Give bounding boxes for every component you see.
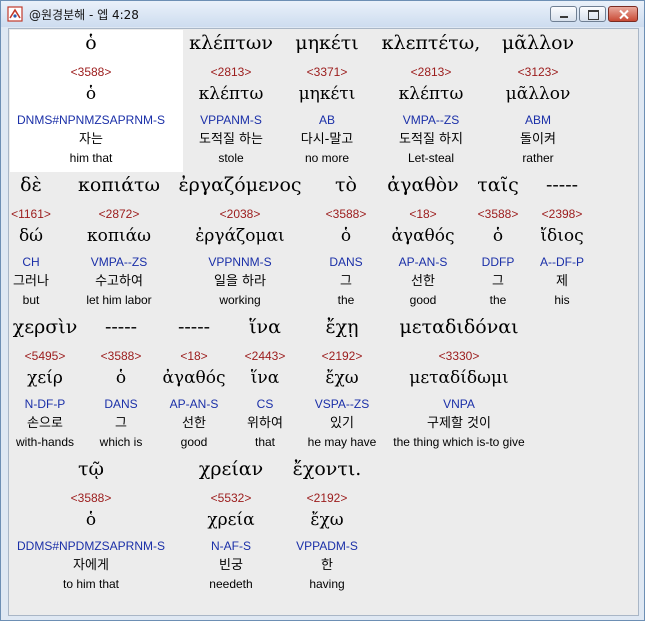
window-title: @원경분해 - 엡 4:28 — [29, 8, 139, 22]
minimize-icon — [560, 16, 568, 18]
word-lemma: ἴδιος — [540, 226, 584, 246]
word-eng: rather — [522, 151, 554, 165]
word-eng: having — [309, 577, 345, 591]
app-icon — [7, 6, 23, 22]
minimize-button[interactable] — [550, 6, 577, 22]
word-parse: VPPADM-S — [296, 539, 358, 553]
word-kor: 돌이켜 — [520, 132, 556, 147]
word-greek[interactable]: ἔχοντι. — [227, 458, 427, 480]
title-bar[interactable]: @원경분해 - 엡 4:28 — [1, 1, 644, 27]
word-greek[interactable]: ----- — [462, 174, 638, 196]
word-num: <3123> — [517, 65, 559, 79]
word-kor: 제 — [556, 274, 568, 289]
close-icon — [619, 9, 629, 20]
app-window: @원경분해 - 엡 4:28 ὁ <3588> ὁ DNMS#NPNMZSAPRNM-… — [0, 0, 645, 621]
word-eng: his — [554, 293, 570, 307]
word-parse: VNPA — [443, 397, 475, 411]
word-eng: the thing which is-to give — [393, 435, 525, 449]
maximize-button[interactable] — [579, 6, 606, 22]
word-lemma: μεταδίδωμι — [409, 368, 509, 388]
word-parse: A--DF-P — [540, 255, 584, 269]
maximize-icon — [588, 10, 599, 20]
word-num: <3330> — [438, 349, 480, 363]
word-parse: ABM — [524, 113, 551, 127]
word-greek[interactable]: μᾶλλον — [438, 32, 638, 54]
word-kor: 구제할 것이 — [427, 416, 491, 431]
close-button[interactable] — [608, 6, 638, 22]
word-analysis-panel: ὁ <3588> ὁ DNMS#NPNMZSAPRNM-S 자는 him that κλέπ… — [8, 28, 639, 616]
word-greek[interactable]: μεταδιδόναι — [359, 316, 559, 338]
word-num: <2192> — [306, 491, 348, 505]
word-lemma: ἔχω — [310, 510, 344, 530]
word-lemma: μᾶλλον — [505, 84, 571, 104]
word-kor: 한 — [321, 558, 333, 573]
word-num: <2398> — [541, 207, 583, 221]
